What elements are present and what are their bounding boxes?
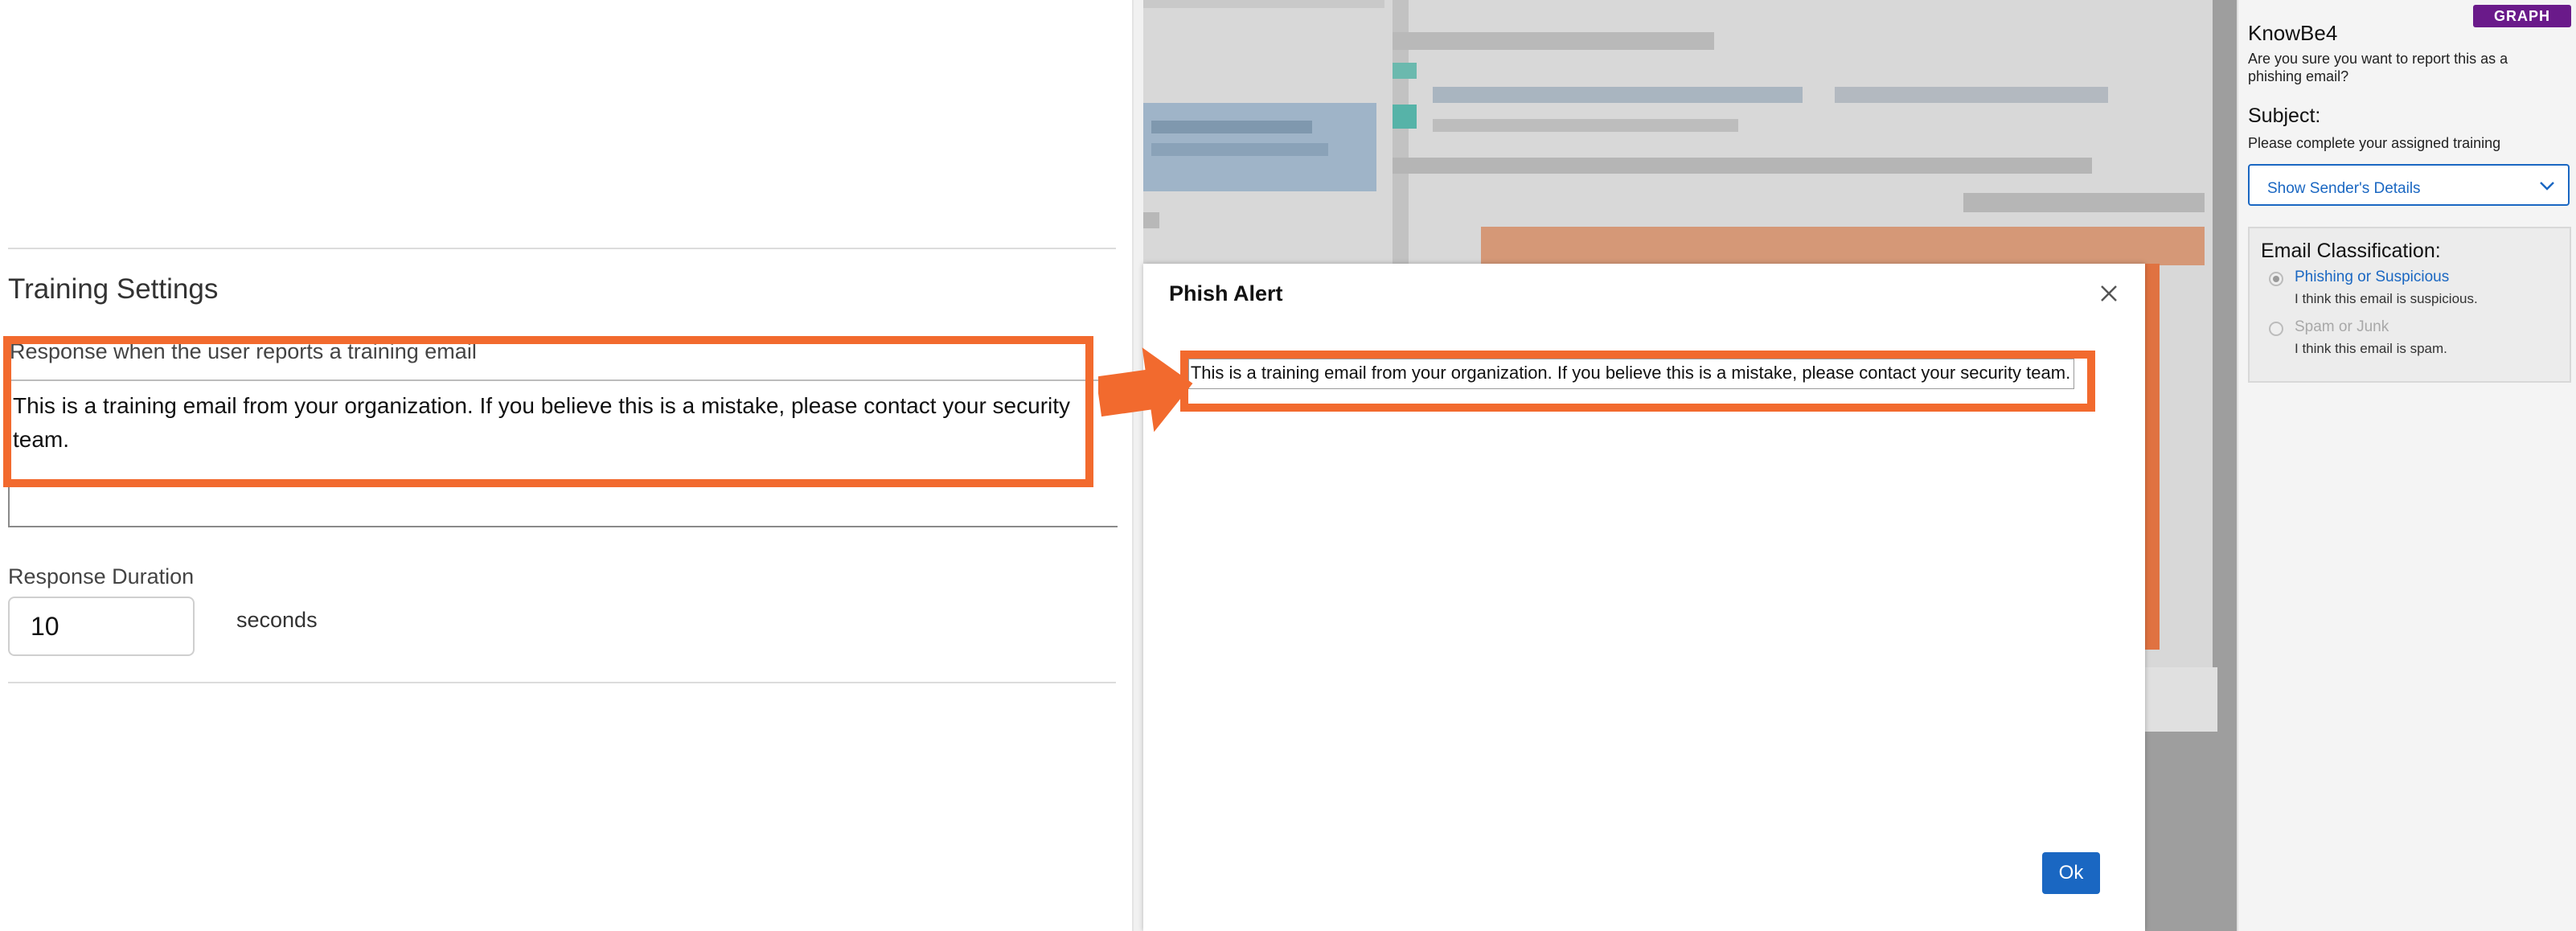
section-title: Training Settings xyxy=(8,273,219,305)
blur-block xyxy=(1151,143,1328,156)
addin-title: KnowBe4 xyxy=(2248,21,2338,45)
dialog-title: Phish Alert xyxy=(1169,281,1283,306)
show-sender-details-label: Show Sender's Details xyxy=(2267,180,2421,197)
option-desc-spam: I think this email is spam. xyxy=(2295,341,2447,356)
blur-block xyxy=(1393,105,1417,129)
option-desc-phishing: I think this email is suspicious. xyxy=(2295,291,2478,306)
graph-badge: GRAPH xyxy=(2473,5,2571,27)
blur-block xyxy=(1151,121,1312,133)
blur-block xyxy=(2145,264,2160,650)
subject-label: Subject: xyxy=(2248,105,2321,127)
blur-block xyxy=(1393,158,2092,174)
duration-label: Response Duration xyxy=(8,564,195,589)
divider-bottom xyxy=(8,682,1116,683)
option-label-phishing[interactable]: Phishing or Suspicious xyxy=(2295,269,2449,286)
blur-block xyxy=(1393,32,1714,50)
subject-value: Please complete your assigned training xyxy=(2248,135,2501,151)
blur-block xyxy=(1393,63,1417,79)
dialog-message: This is a training email from your organ… xyxy=(1190,363,2071,383)
radio-spam[interactable] xyxy=(2269,322,2283,336)
duration-input[interactable]: 10 xyxy=(8,597,195,656)
arrow-icon xyxy=(1098,347,1193,433)
duration-units-label: seconds xyxy=(236,608,318,632)
blur-block xyxy=(2145,635,2160,650)
classification-title: Email Classification: xyxy=(2261,240,2441,262)
blur-block xyxy=(1835,87,2108,103)
radio-phishing[interactable] xyxy=(2269,272,2283,286)
close-icon[interactable] xyxy=(2095,280,2123,307)
highlight-box-left xyxy=(3,336,1093,487)
radio-selected-dot xyxy=(2273,276,2279,282)
blur-block xyxy=(1433,87,1803,103)
blur-block xyxy=(1143,212,1159,228)
chevron-down-icon xyxy=(2540,182,2554,191)
blur-block xyxy=(1143,0,1384,8)
ok-button[interactable]: Ok xyxy=(2042,852,2100,894)
divider-top xyxy=(8,248,1116,249)
addin-prompt: Are you sure you want to report this as … xyxy=(2248,51,2508,84)
blur-block xyxy=(1481,227,2205,265)
option-label-spam[interactable]: Spam or Junk xyxy=(2295,318,2389,336)
blur-block xyxy=(1433,119,1738,132)
blur-block xyxy=(1963,193,2205,212)
blur-block xyxy=(2145,667,2217,732)
